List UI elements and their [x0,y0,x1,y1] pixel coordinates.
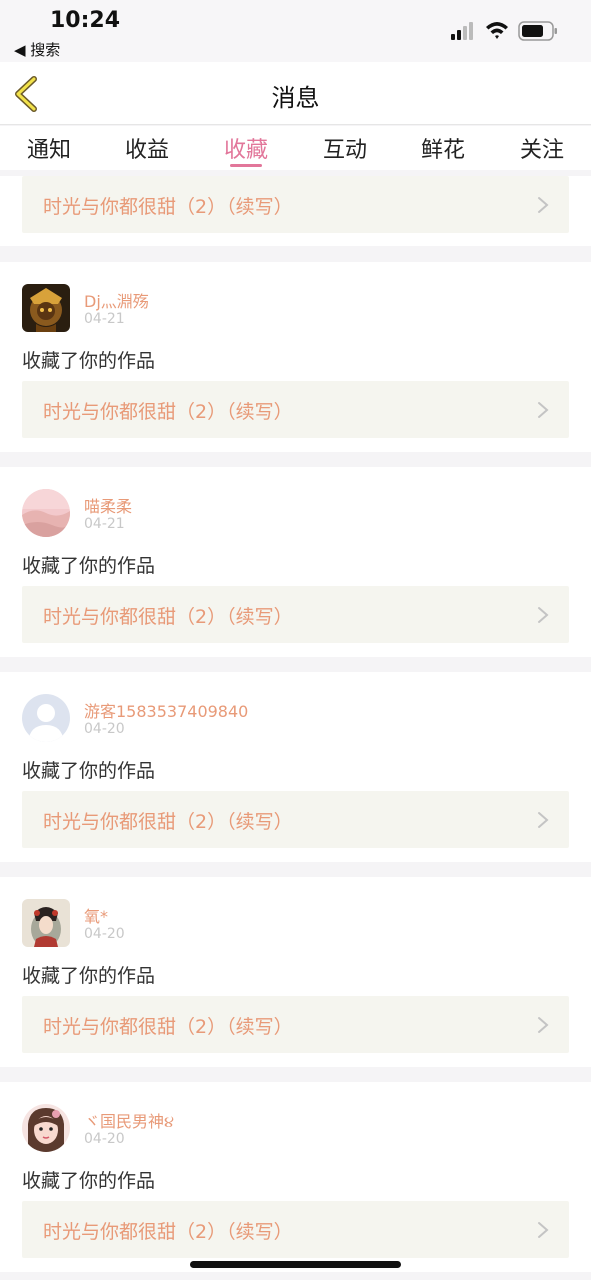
action-text: 收藏了你的作品 [22,555,156,577]
back-to-app-link[interactable]: ◀ 搜索 [14,39,60,60]
wifi-icon [486,22,508,39]
work-link[interactable]: 时光与你都很甜（2）（续写） [22,1201,569,1258]
username[interactable]: 氧* [84,903,108,927]
action-text: 收藏了你的作品 [22,965,156,987]
status-time: 10:24 [50,8,121,33]
work-link[interactable]: 时光与你都很甜（2）（续写） [22,381,569,438]
username[interactable]: 游客1583537409840 [84,698,248,722]
user-avatar[interactable] [22,694,70,742]
list-item: ヾ国民男神૪ 04-20 收藏了你的作品 时光与你都很甜（2）（续写） [0,1082,591,1272]
status-bar: 10:24 ◀ 搜索 [0,0,591,62]
username[interactable]: 喵柔柔 [84,493,132,517]
date: 04-21 [84,516,125,532]
user-avatar[interactable] [22,1104,70,1152]
list-item: 游客1583537409840 04-20 收藏了你的作品 时光与你都很甜（2）… [0,672,591,862]
work-link[interactable]: 时光与你都很甜（2）（续写） [22,586,569,643]
chevron-right-icon [538,1222,549,1238]
home-indicator[interactable] [190,1261,401,1268]
work-link[interactable]: 时光与你都很甜（2）（续写） [22,176,569,233]
tab-earnings[interactable]: 收益 [98,132,196,164]
work-link[interactable]: 时光与你都很甜（2）（续写） [22,996,569,1053]
status-icons [451,21,557,41]
tab-follows[interactable]: 关注 [493,132,591,164]
default-user-avatar-icon [22,694,70,742]
work-title: 时光与你都很甜（2）（续写） [43,1016,293,1038]
username[interactable]: ヾ国民男神૪ [84,1108,174,1132]
nav-bar: 消息 [0,62,591,125]
tab-notifications[interactable]: 通知 [0,132,98,164]
chevron-right-icon [538,1017,549,1033]
tab-bar: 通知 收益 收藏 互动 鲜花 关注 [0,126,591,170]
battery-icon [518,21,557,41]
list-item: 氧* 04-20 收藏了你的作品 时光与你都很甜（2）（续写） [0,877,591,1067]
work-title: 时光与你都很甜（2）（续写） [43,196,293,218]
work-title: 时光与你都很甜（2）（续写） [43,401,293,423]
tab-interactions[interactable]: 互动 [296,132,394,164]
warrior-avatar-icon [22,284,70,332]
list-item: 时光与你都很甜（2）（续写） [0,176,591,246]
user-avatar[interactable] [22,284,70,332]
user-avatar[interactable] [22,899,70,947]
username[interactable]: Dj灬淵殇 [84,288,149,312]
chevron-right-icon [538,402,549,418]
girl-photo-avatar-icon [22,1104,70,1152]
tab-favorites[interactable]: 收藏 [197,132,295,164]
signal-icon [451,22,473,40]
action-text: 收藏了你的作品 [22,760,156,782]
geisha-avatar-icon [22,899,70,947]
action-text: 收藏了你的作品 [22,1170,156,1192]
page-title: 消息 [271,84,320,112]
work-link[interactable]: 时光与你都很甜（2）（续写） [22,791,569,848]
list-item: Dj灬淵殇 04-21 收藏了你的作品 时光与你都很甜（2）（续写） [0,262,591,452]
date: 04-21 [84,311,125,327]
work-title: 时光与你都很甜（2）（续写） [43,606,293,628]
chevron-right-icon [538,197,549,213]
date: 04-20 [84,926,125,942]
chevron-right-icon [538,812,549,828]
work-title: 时光与你都很甜（2）（续写） [43,1221,293,1243]
user-avatar[interactable] [22,489,70,537]
action-text: 收藏了你的作品 [22,350,156,372]
list-item: 喵柔柔 04-21 收藏了你的作品 时光与你都很甜（2）（续写） [0,467,591,657]
date: 04-20 [84,1131,125,1147]
work-title: 时光与你都很甜（2）（续写） [43,811,293,833]
pink-sky-avatar-icon [22,489,70,537]
chevron-right-icon [538,607,549,623]
tab-flowers[interactable]: 鲜花 [394,132,492,164]
date: 04-20 [84,721,125,737]
active-tab-indicator [230,164,262,167]
